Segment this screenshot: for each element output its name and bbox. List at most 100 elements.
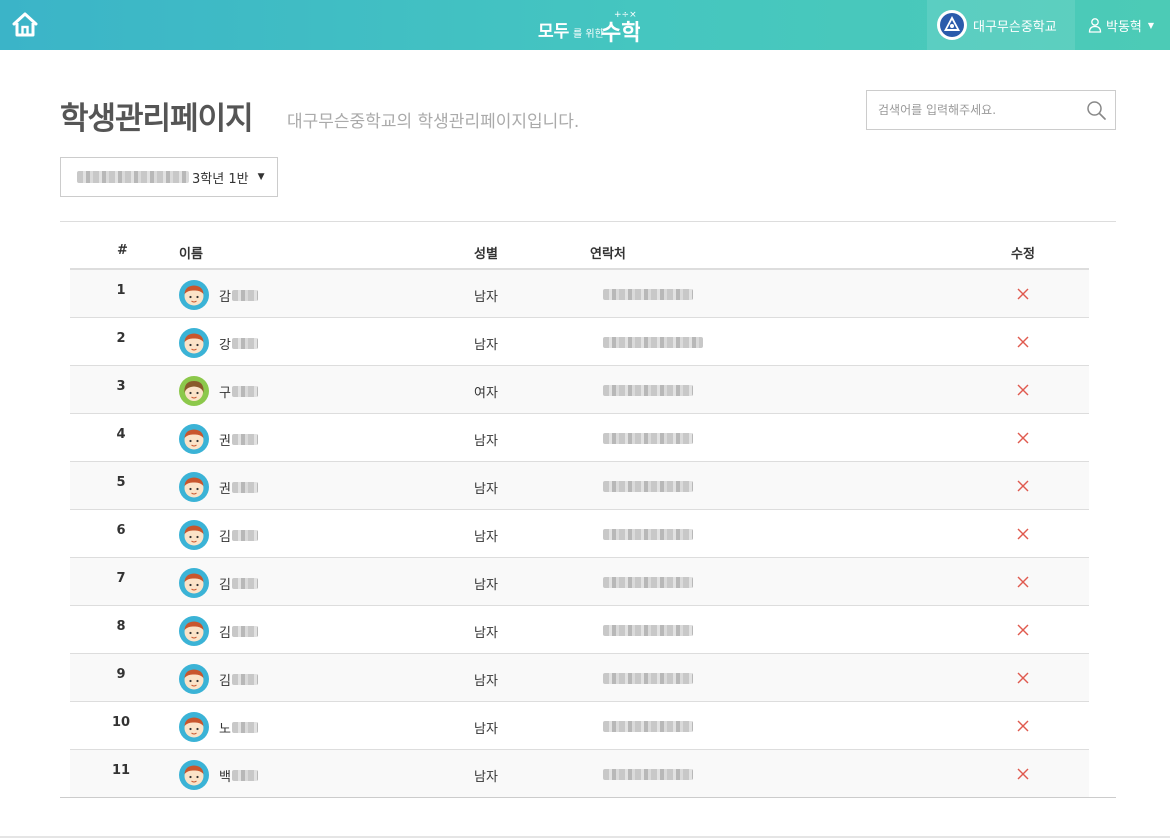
close-icon[interactable] (1013, 572, 1033, 592)
redacted-school-text (77, 171, 189, 183)
school-emblem-icon (937, 10, 967, 40)
table-row[interactable]: 8 김 남자 (70, 606, 1089, 654)
avatar-boy-icon (179, 712, 209, 742)
row-number: 1 (116, 283, 126, 298)
student-name: 백 (219, 766, 258, 785)
table-row[interactable]: 6 김 남자 (70, 510, 1089, 558)
avatar-boy-icon (179, 424, 209, 454)
row-number: 10 (111, 715, 131, 730)
avatar-boy-icon (179, 760, 209, 790)
student-surname: 김 (219, 626, 231, 641)
avatar-boy-icon (179, 280, 209, 310)
table-row[interactable]: 10 노 남자 (70, 702, 1089, 750)
redacted-contact (603, 337, 703, 348)
close-icon[interactable] (1013, 332, 1033, 352)
student-gender: 남자 (474, 290, 498, 305)
row-number: 11 (111, 763, 131, 778)
avatar-boy-icon (179, 568, 209, 598)
student-name: 구 (219, 382, 258, 401)
school-link[interactable]: 대구무슨중학교 (927, 0, 1075, 50)
student-name: 김 (219, 622, 258, 641)
class-select[interactable]: 3학년 1반 ▼ (60, 157, 278, 197)
table-header: # 이름 성별 연락처 수정 (70, 222, 1089, 270)
page-title: 학생관리페이지 (60, 101, 254, 137)
close-icon[interactable] (1013, 380, 1033, 400)
search-input[interactable] (867, 91, 1077, 129)
student-surname: 권 (219, 434, 231, 449)
close-icon[interactable] (1013, 428, 1033, 448)
redacted-contact (603, 769, 693, 780)
avatar-boy-icon (179, 616, 209, 646)
table-row[interactable]: 1 감 남자 (70, 270, 1089, 318)
search-icon[interactable] (1086, 100, 1106, 120)
header-edit: 수정 (1011, 247, 1035, 262)
home-icon[interactable] (11, 11, 39, 39)
class-select-value: 3학년 1반 (192, 171, 249, 187)
student-gender: 남자 (474, 770, 498, 785)
app-logo[interactable]: 모두 를 위한 수학 +÷× (535, 4, 641, 48)
svg-text:모두: 모두 (538, 22, 570, 42)
student-gender: 남자 (474, 482, 498, 497)
page-subtitle: 대구무슨중학교의 학생관리페이지입니다. (287, 112, 580, 132)
table-row[interactable]: 5 권 남자 (70, 462, 1089, 510)
student-surname: 백 (219, 770, 231, 785)
table-row[interactable]: 4 권 남자 (70, 414, 1089, 462)
header-num: # (117, 243, 128, 258)
student-surname: 김 (219, 578, 231, 593)
close-icon[interactable] (1013, 716, 1033, 736)
student-gender: 여자 (474, 386, 498, 401)
close-icon[interactable] (1013, 476, 1033, 496)
table-row[interactable]: 2 강 남자 (70, 318, 1089, 366)
redacted-name (231, 674, 258, 685)
close-icon[interactable] (1013, 284, 1033, 304)
redacted-name (231, 722, 258, 733)
row-number: 6 (116, 523, 126, 538)
redacted-name (231, 434, 258, 445)
student-name: 노 (219, 718, 258, 737)
avatar-girl-icon (179, 376, 209, 406)
chevron-down-icon: ▼ (1147, 20, 1155, 30)
student-name: 감 (219, 286, 258, 305)
redacted-name (231, 338, 258, 349)
svg-text:수학: 수학 (601, 21, 640, 46)
student-name: 권 (219, 430, 258, 449)
student-table-panel: # 이름 성별 연락처 수정 1 감 남자 2 강 남자 3 구 여자 4 권 남자 5 권 남자 6 김 남자 7… (60, 221, 1116, 798)
table-row[interactable]: 9 김 남자 (70, 654, 1089, 702)
avatar-boy-icon (179, 520, 209, 550)
redacted-contact (603, 289, 693, 300)
student-gender: 남자 (474, 530, 498, 545)
student-name: 김 (219, 670, 258, 689)
search-box (866, 90, 1116, 130)
svg-text:를 위한: 를 위한 (573, 27, 604, 40)
row-number: 8 (116, 619, 126, 634)
redacted-contact (603, 673, 693, 684)
student-gender: 남자 (474, 434, 498, 449)
avatar-boy-icon (179, 472, 209, 502)
student-gender: 남자 (474, 578, 498, 593)
table-row[interactable]: 3 구 여자 (70, 366, 1089, 414)
close-icon[interactable] (1013, 524, 1033, 544)
student-gender: 남자 (474, 338, 498, 353)
table-row[interactable]: 7 김 남자 (70, 558, 1089, 606)
header-contact: 연락처 (590, 247, 626, 262)
header-gender: 성별 (474, 247, 498, 262)
school-name: 대구무슨중학교 (973, 19, 1057, 35)
table-row[interactable]: 11 백 남자 (70, 750, 1089, 797)
row-number: 4 (116, 427, 126, 442)
student-table: # 이름 성별 연락처 수정 1 감 남자 2 강 남자 3 구 여자 4 권 남자 5 권 남자 6 김 남자 7… (70, 222, 1089, 797)
student-name: 김 (219, 526, 258, 545)
user-menu[interactable]: 박동혁 ▼ (1080, 0, 1170, 50)
student-surname: 김 (219, 530, 231, 545)
user-name: 박동혁 (1106, 19, 1142, 35)
redacted-name (231, 386, 258, 397)
table-body: 1 감 남자 2 강 남자 3 구 여자 4 권 남자 5 권 남자 6 김 남자 7 김 남자 8 김 남자 9 김 남자 10 노 남… (70, 270, 1089, 797)
close-icon[interactable] (1013, 764, 1033, 784)
row-number: 5 (116, 475, 126, 490)
redacted-contact (603, 625, 693, 636)
redacted-contact (603, 481, 693, 492)
close-icon[interactable] (1013, 668, 1033, 688)
student-name: 김 (219, 574, 258, 593)
close-icon[interactable] (1013, 620, 1033, 640)
student-gender: 남자 (474, 626, 498, 641)
student-surname: 노 (219, 722, 231, 737)
